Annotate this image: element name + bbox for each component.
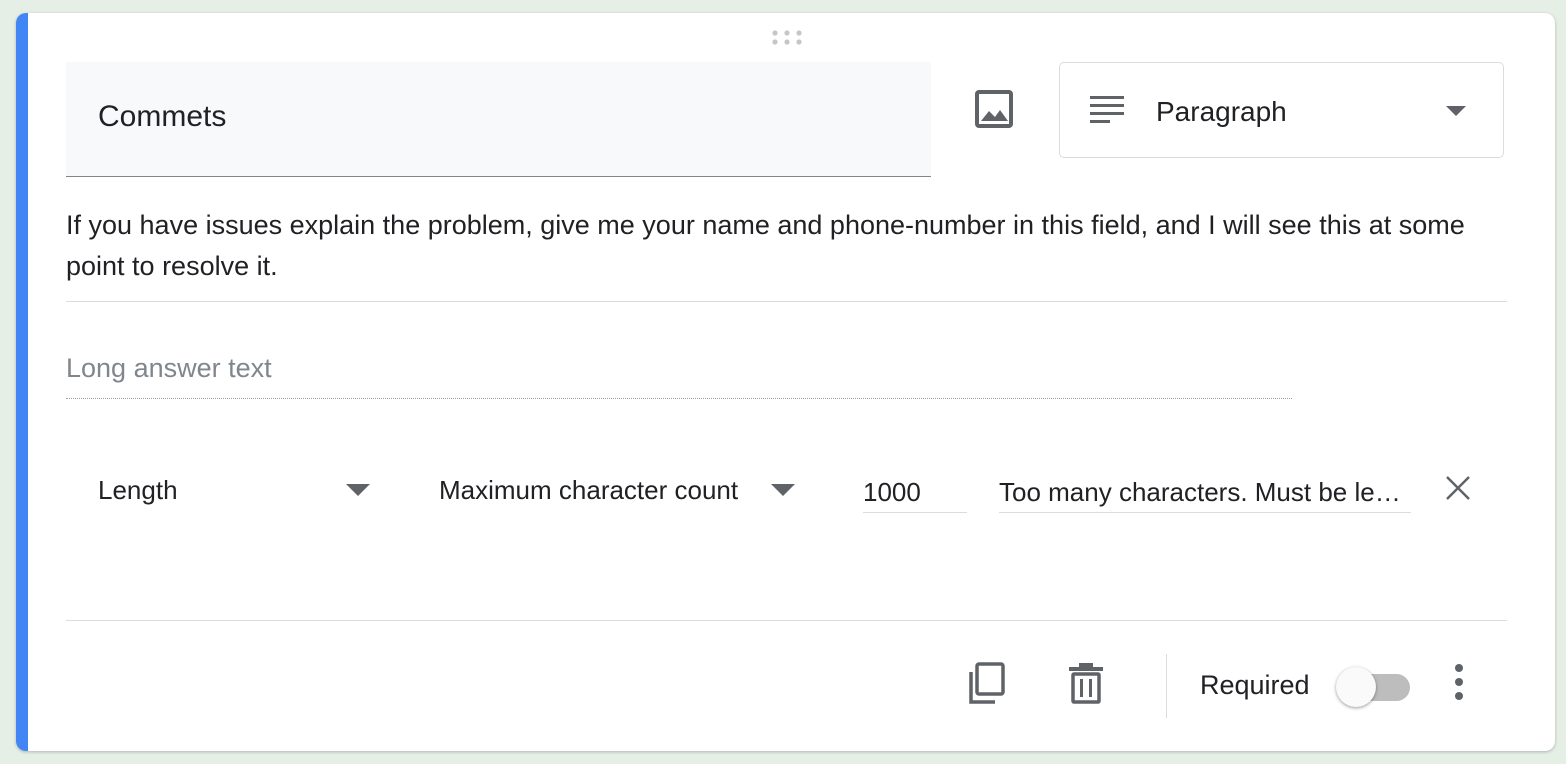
question-type-select[interactable]: Paragraph	[1059, 62, 1504, 158]
chevron-down-icon	[1446, 106, 1466, 116]
validation-type-select[interactable]: Length	[98, 475, 178, 506]
validation-condition-select[interactable]: Maximum character count	[439, 475, 738, 506]
image-icon	[975, 90, 1013, 128]
footer-separator	[1166, 654, 1167, 718]
question-description[interactable]: If you have issues explain the problem, …	[66, 205, 1507, 302]
question-type-label: Paragraph	[1156, 96, 1287, 127]
required-toggle[interactable]	[1336, 666, 1412, 708]
response-validation-row: Length Maximum character count	[66, 463, 1507, 523]
required-label: Required	[1200, 670, 1310, 700]
add-image-button[interactable]	[972, 87, 1016, 131]
close-icon	[1446, 476, 1470, 500]
footer-divider	[66, 620, 1507, 621]
question-title-field[interactable]: Commets	[66, 62, 931, 177]
drag-handle-icon[interactable]	[771, 29, 805, 47]
delete-button[interactable]	[1066, 661, 1106, 705]
copy-icon	[969, 662, 1005, 704]
active-accent-bar	[16, 13, 28, 751]
toggle-knob	[1336, 667, 1376, 707]
duplicate-button[interactable]	[968, 661, 1008, 705]
validation-error-text-input[interactable]	[999, 463, 1411, 513]
trash-icon	[1069, 663, 1103, 704]
answer-underline	[66, 398, 1292, 399]
more-vert-icon	[1455, 664, 1463, 700]
validation-number-input[interactable]	[863, 463, 967, 513]
paragraph-icon	[1090, 96, 1124, 123]
more-options-button[interactable]	[1444, 663, 1474, 703]
chevron-down-icon[interactable]	[346, 484, 370, 496]
question-title: Commets	[98, 100, 227, 133]
question-card: Commets Paragraph If you have issues exp…	[16, 13, 1555, 751]
remove-validation-button[interactable]	[1444, 474, 1472, 502]
chevron-down-icon[interactable]	[771, 484, 795, 496]
long-answer-placeholder: Long answer text	[66, 353, 272, 383]
